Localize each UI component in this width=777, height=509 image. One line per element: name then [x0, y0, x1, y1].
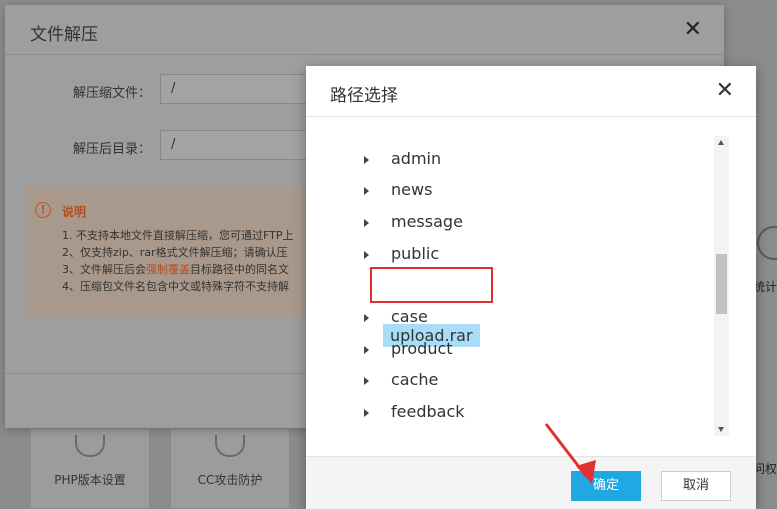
access-label: 问权	[752, 462, 777, 476]
tree-scrollbar[interactable]	[714, 136, 729, 436]
expand-arrow-icon[interactable]	[364, 313, 369, 322]
extract-dialog-title: 文件解压	[30, 25, 98, 45]
expand-arrow-icon[interactable]	[364, 250, 369, 259]
php-version-label: PHP版本设置	[54, 473, 126, 487]
tree-item-case[interactable]: case	[364, 302, 428, 330]
source-file-label: 解压缩文件：	[73, 86, 152, 101]
expand-arrow-icon[interactable]	[364, 376, 369, 385]
notice-item: 2、仅支持zip、rar格式文件解压缩；请确认压	[62, 246, 288, 259]
extract-dialog-header: 文件解压 ✕	[5, 5, 724, 55]
target-dir-input[interactable]: /	[160, 130, 320, 160]
cc-protection-label: CC攻击防护	[197, 473, 263, 487]
expand-arrow-icon[interactable]	[364, 408, 369, 417]
tree-item-label: product	[391, 338, 453, 358]
tree-item-message[interactable]: message	[364, 207, 463, 235]
tree-item-admin[interactable]: admin	[364, 144, 441, 172]
tree-item-product[interactable]: product	[364, 334, 453, 362]
shield-icon	[215, 435, 245, 457]
tree-item-label: case	[391, 306, 428, 326]
path-select-dialog: 路径选择 ✕ admin news message public upload.…	[306, 66, 756, 509]
scrollbar-thumb[interactable]	[716, 254, 727, 314]
stats-icon	[757, 226, 777, 260]
confirm-button[interactable]: 确定	[571, 471, 641, 501]
expand-arrow-icon[interactable]	[364, 155, 369, 164]
tree-item-label: cache	[391, 369, 439, 389]
notice-item: 3、文件解压后会强制覆盖目标路径中的同名文	[62, 261, 312, 277]
target-dir-label: 解压后目录：	[73, 142, 152, 157]
annotation-highlight-box	[370, 267, 493, 303]
path-dialog-title: 路径选择	[330, 86, 398, 106]
php-version-card[interactable]: PHP版本设置	[30, 428, 150, 509]
source-file-input[interactable]: /	[160, 74, 320, 104]
php-icon	[75, 435, 105, 457]
tree-item-label: news	[391, 179, 433, 199]
scroll-up-icon[interactable]	[718, 140, 724, 145]
tree-item-label: public	[391, 243, 440, 263]
tree-item-label: message	[391, 211, 463, 231]
notice-item-tail: 目标路径中的同名文	[190, 263, 289, 276]
path-dialog-footer: 确定 取消	[306, 456, 756, 509]
tree-item-public[interactable]: public	[364, 239, 439, 267]
notice-item-text: 3、文件解压后会	[62, 263, 146, 276]
scroll-down-icon[interactable]	[718, 427, 724, 432]
expand-arrow-icon[interactable]	[364, 218, 369, 227]
tree-item-cache[interactable]: cache	[364, 365, 438, 393]
cc-protection-card[interactable]: CC攻击防护	[170, 428, 290, 509]
tree-item-news[interactable]: news	[364, 175, 432, 203]
close-icon[interactable]: ✕	[716, 78, 734, 103]
notice-panel: ! 说明 1. 不支持本地文件直接解压缩，您可通过FTP上 2、仅支持zip、r…	[25, 185, 315, 317]
notice-item: 1. 不支持本地文件直接解压缩，您可通过FTP上	[62, 229, 294, 242]
notice-title: 说明	[62, 205, 87, 219]
notice-item: 4、压缩包文件名包含中文或特殊字符不支持解	[62, 280, 289, 293]
cancel-button[interactable]: 取消	[661, 471, 731, 501]
tree-item-feedback[interactable]: feedback	[364, 397, 465, 425]
path-dialog-header: 路径选择 ✕	[306, 66, 756, 117]
expand-arrow-icon[interactable]	[364, 345, 369, 354]
tree-item-label: admin	[391, 148, 442, 168]
expand-arrow-icon[interactable]	[364, 186, 369, 195]
stats-label: 统计	[752, 280, 777, 294]
notice-item-strong: 强制覆盖	[146, 263, 190, 276]
warning-icon: !	[35, 202, 51, 218]
tree-item-label: feedback	[391, 401, 465, 421]
close-icon[interactable]: ✕	[684, 17, 702, 42]
